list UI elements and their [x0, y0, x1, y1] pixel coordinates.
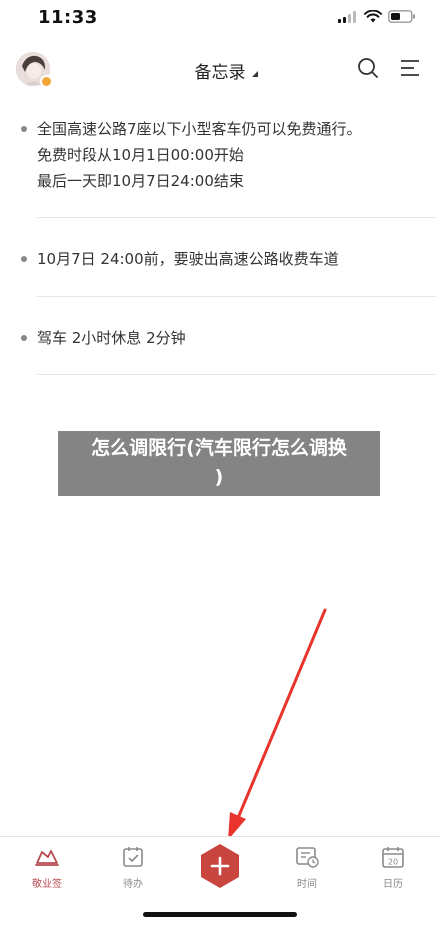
memo-divider [37, 374, 436, 375]
overlay-caption-line: ) [214, 466, 224, 488]
tab-calendar[interactable]: 20 日历 [363, 845, 423, 890]
home-indicator[interactable] [143, 912, 297, 917]
battery-icon [388, 10, 415, 23]
memo-line: 驾车 2小时休息 2分钟 [37, 329, 186, 347]
bullet-icon [21, 335, 27, 341]
signal-icon [338, 10, 356, 23]
time-icon [296, 847, 319, 868]
tab-label: 待办 [123, 879, 143, 890]
tab-todo[interactable]: 待办 [103, 845, 163, 890]
add-memo-button[interactable] [198, 842, 242, 890]
app-header: 备忘录 [0, 44, 440, 94]
status-bar: 11:33 [0, 0, 440, 38]
memo-line: 免费时段从10月1日00:00开始 [37, 146, 244, 164]
tab-note[interactable]: 敬业签 [17, 845, 77, 890]
memo-line: 全国高速公路7座以下小型客车仍可以免费通行。 [37, 120, 362, 138]
search-icon[interactable] [356, 56, 380, 80]
overlay-caption: 怎么调限行(汽车限行怎么调换 ) [58, 431, 380, 496]
overlay-caption-line: 怎么调限行(汽车限行怎么调换 [91, 437, 347, 459]
tab-bar: 敬业签 待办 时间 20 日历 [0, 836, 440, 896]
status-time: 11:33 [38, 7, 98, 28]
tab-label: 时间 [297, 879, 317, 890]
tab-label: 敬业签 [32, 879, 62, 890]
memo-line: 最后一天即10月7日24:00结束 [37, 172, 244, 190]
memo-line: 10月7日 24:00前，要驶出高速公路收费车道 [37, 250, 339, 268]
app-screen: 11:33 备忘录 全国高速公路7座以下小型客车仍可以免费通行。 免费时段从10… [0, 0, 440, 928]
menu-icon[interactable] [398, 56, 422, 80]
note-icon [35, 850, 59, 866]
calendar-icon: 20 [382, 847, 404, 868]
dropdown-caret-icon[interactable] [252, 71, 258, 77]
bullet-icon [21, 126, 27, 132]
todo-icon [123, 847, 143, 867]
memo-divider [37, 296, 436, 297]
tab-time[interactable]: 时间 [277, 845, 337, 890]
tab-label: 日历 [383, 879, 403, 890]
status-icons [338, 10, 416, 23]
memo-divider [37, 217, 436, 218]
wifi-icon [364, 10, 382, 23]
calendar-day-number: 20 [388, 858, 398, 867]
bullet-icon [21, 256, 27, 262]
